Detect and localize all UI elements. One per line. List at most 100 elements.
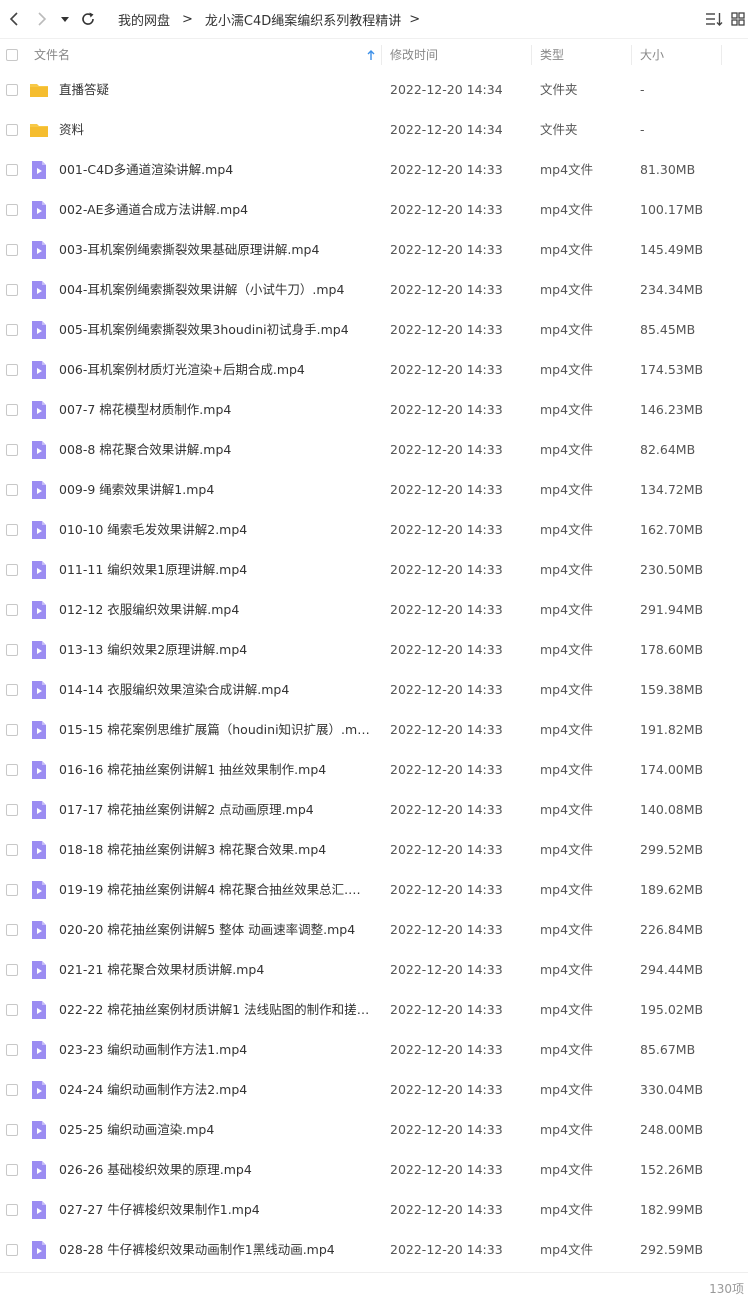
file-name[interactable]: 005-耳机案例绳索撕裂效果3houdini初试身手.mp4 [59, 310, 371, 350]
row-checkbox[interactable] [6, 684, 18, 696]
file-row[interactable]: 001-C4D多通道渲染讲解.mp4 2022-12-20 14:33 mp4文件 8… [0, 150, 748, 190]
file-name[interactable]: 019-19 棉花抽丝案例讲解4 棉花聚合抽丝效果总汇.mp4 [59, 870, 371, 910]
breadcrumb-current-folder[interactable]: 龙小濡C4D绳案编织系列教程精讲 [205, 10, 401, 29]
file-name[interactable]: 017-17 棉花抽丝案例讲解2 点动画原理.mp4 [59, 790, 371, 830]
file-name[interactable]: 002-AE多通道合成方法讲解.mp4 [59, 190, 371, 230]
file-row[interactable]: 直播答疑 2022-12-20 14:34 文件夹 - [0, 70, 748, 110]
file-name[interactable]: 018-18 棉花抽丝案例讲解3 棉花聚合效果.mp4 [59, 830, 371, 870]
row-checkbox[interactable] [6, 164, 18, 176]
file-row[interactable]: 014-14 衣服编织效果渲染合成讲解.mp4 2022-12-20 14:33 m… [0, 670, 748, 710]
view-mode-button[interactable] [730, 9, 746, 29]
row-checkbox[interactable] [6, 804, 18, 816]
file-row[interactable]: 010-10 绳索毛发效果讲解2.mp4 2022-12-20 14:33 mp4文… [0, 510, 748, 550]
row-checkbox[interactable] [6, 844, 18, 856]
file-row[interactable]: 005-耳机案例绳索撕裂效果3houdini初试身手.mp4 2022-12-20… [0, 310, 748, 350]
row-checkbox[interactable] [6, 1204, 18, 1216]
column-time[interactable]: 修改时间 [390, 39, 438, 71]
sort-ascending-icon[interactable] [366, 49, 376, 61]
file-name[interactable]: 资料 [59, 110, 371, 150]
file-name[interactable]: 008-8 棉花聚合效果讲解.mp4 [59, 430, 371, 470]
file-row[interactable]: 028-28 牛仔裤梭织效果动画制作1黑线动画.mp4 2022-12-20 14… [0, 1230, 748, 1270]
file-row[interactable]: 015-15 棉花案例思维扩展篇（houdini知识扩展）.mp4 2022-12… [0, 710, 748, 750]
file-row[interactable]: 023-23 编织动画制作方法1.mp4 2022-12-20 14:33 mp4文… [0, 1030, 748, 1070]
file-row[interactable]: 020-20 棉花抽丝案例讲解5 整体 动画速率调整.mp4 2022-12-20… [0, 910, 748, 950]
sort-menu-button[interactable] [704, 9, 724, 29]
file-name[interactable]: 024-24 编织动画制作方法2.mp4 [59, 1070, 371, 1110]
file-name[interactable]: 016-16 棉花抽丝案例讲解1 抽丝效果制作.mp4 [59, 750, 371, 790]
file-name[interactable]: 015-15 棉花案例思维扩展篇（houdini知识扩展）.mp4 [59, 710, 371, 750]
file-name[interactable]: 007-7 棉花模型材质制作.mp4 [59, 390, 371, 430]
row-checkbox[interactable] [6, 1244, 18, 1256]
row-checkbox[interactable] [6, 964, 18, 976]
file-name[interactable]: 009-9 绳索效果讲解1.mp4 [59, 470, 371, 510]
column-divider[interactable] [381, 45, 382, 65]
file-name[interactable]: 001-C4D多通道渲染讲解.mp4 [59, 150, 371, 190]
file-name[interactable]: 020-20 棉花抽丝案例讲解5 整体 动画速率调整.mp4 [59, 910, 371, 950]
file-row[interactable]: 006-耳机案例材质灯光渲染+后期合成.mp4 2022-12-20 14:33 m… [0, 350, 748, 390]
file-row[interactable]: 003-耳机案例绳索撕裂效果基础原理讲解.mp4 2022-12-20 14:33… [0, 230, 748, 270]
file-row[interactable]: 022-22 棉花抽丝案例材质讲解1 法线贴图的制作和搓绳... 2022-12-… [0, 990, 748, 1030]
row-checkbox[interactable] [6, 1124, 18, 1136]
row-checkbox[interactable] [6, 764, 18, 776]
file-row[interactable]: 017-17 棉花抽丝案例讲解2 点动画原理.mp4 2022-12-20 14:… [0, 790, 748, 830]
refresh-button[interactable] [78, 8, 98, 30]
row-checkbox[interactable] [6, 324, 18, 336]
row-checkbox[interactable] [6, 204, 18, 216]
row-checkbox[interactable] [6, 444, 18, 456]
file-name[interactable]: 025-25 编织动画渲染.mp4 [59, 1110, 371, 1150]
row-checkbox[interactable] [6, 284, 18, 296]
file-name[interactable]: 010-10 绳索毛发效果讲解2.mp4 [59, 510, 371, 550]
file-row[interactable]: 021-21 棉花聚合效果材质讲解.mp4 2022-12-20 14:33 mp4… [0, 950, 748, 990]
file-row[interactable]: 007-7 棉花模型材质制作.mp4 2022-12-20 14:33 mp4文件 1… [0, 390, 748, 430]
select-all-checkbox[interactable] [6, 49, 18, 61]
file-name[interactable]: 028-28 牛仔裤梭织效果动画制作1黑线动画.mp4 [59, 1230, 371, 1270]
row-checkbox[interactable] [6, 1164, 18, 1176]
file-name[interactable]: 004-耳机案例绳索撕裂效果讲解（小试牛刀）.mp4 [59, 270, 371, 310]
file-row[interactable]: 002-AE多通道合成方法讲解.mp4 2022-12-20 14:33 mp4文件… [0, 190, 748, 230]
file-row[interactable]: 004-耳机案例绳索撕裂效果讲解（小试牛刀）.mp4 2022-12-20 14:… [0, 270, 748, 310]
file-name[interactable]: 011-11 编织效果1原理讲解.mp4 [59, 550, 371, 590]
file-name[interactable]: 023-23 编织动画制作方法1.mp4 [59, 1030, 371, 1070]
file-name[interactable]: 003-耳机案例绳索撕裂效果基础原理讲解.mp4 [59, 230, 371, 270]
file-row[interactable]: 024-24 编织动画制作方法2.mp4 2022-12-20 14:33 mp4文… [0, 1070, 748, 1110]
file-row[interactable]: 013-13 编织效果2原理讲解.mp4 2022-12-20 14:33 mp4文… [0, 630, 748, 670]
breadcrumb-root[interactable]: 我的网盘 [118, 10, 170, 29]
column-type[interactable]: 类型 [540, 39, 564, 71]
row-checkbox[interactable] [6, 364, 18, 376]
row-checkbox[interactable] [6, 884, 18, 896]
file-row[interactable]: 012-12 衣服编织效果讲解.mp4 2022-12-20 14:33 mp4文件… [0, 590, 748, 630]
file-row[interactable]: 025-25 编织动画渲染.mp4 2022-12-20 14:33 mp4文件 24… [0, 1110, 748, 1150]
forward-button[interactable] [32, 8, 52, 30]
file-row[interactable]: 016-16 棉花抽丝案例讲解1 抽丝效果制作.mp4 2022-12-20 14… [0, 750, 748, 790]
row-checkbox[interactable] [6, 524, 18, 536]
row-checkbox[interactable] [6, 564, 18, 576]
column-divider[interactable] [721, 45, 722, 65]
file-name[interactable]: 直播答疑 [59, 70, 371, 110]
row-checkbox[interactable] [6, 484, 18, 496]
row-checkbox[interactable] [6, 644, 18, 656]
row-checkbox[interactable] [6, 1004, 18, 1016]
file-row[interactable]: 018-18 棉花抽丝案例讲解3 棉花聚合效果.mp4 2022-12-20 14… [0, 830, 748, 870]
file-name[interactable]: 027-27 牛仔裤梭织效果制作1.mp4 [59, 1190, 371, 1230]
history-dropdown-button[interactable] [58, 8, 72, 30]
row-checkbox[interactable] [6, 124, 18, 136]
file-row[interactable]: 026-26 基础梭织效果的原理.mp4 2022-12-20 14:33 mp4文… [0, 1150, 748, 1190]
row-checkbox[interactable] [6, 84, 18, 96]
column-divider[interactable] [631, 45, 632, 65]
file-row[interactable]: 009-9 绳索效果讲解1.mp4 2022-12-20 14:33 mp4文件 13… [0, 470, 748, 510]
file-name[interactable]: 014-14 衣服编织效果渲染合成讲解.mp4 [59, 670, 371, 710]
row-checkbox[interactable] [6, 1084, 18, 1096]
file-name[interactable]: 022-22 棉花抽丝案例材质讲解1 法线贴图的制作和搓绳... [59, 990, 371, 1030]
file-row[interactable]: 011-11 编织效果1原理讲解.mp4 2022-12-20 14:33 mp4文… [0, 550, 748, 590]
file-name[interactable]: 026-26 基础梭织效果的原理.mp4 [59, 1150, 371, 1190]
row-checkbox[interactable] [6, 404, 18, 416]
column-name[interactable]: 文件名 [34, 39, 70, 71]
back-button[interactable] [4, 8, 24, 30]
file-name[interactable]: 013-13 编织效果2原理讲解.mp4 [59, 630, 371, 670]
row-checkbox[interactable] [6, 924, 18, 936]
breadcrumb-separator[interactable]: > [409, 12, 420, 27]
file-row[interactable]: 027-27 牛仔裤梭织效果制作1.mp4 2022-12-20 14:33 mp4… [0, 1190, 748, 1230]
row-checkbox[interactable] [6, 244, 18, 256]
row-checkbox[interactable] [6, 1044, 18, 1056]
file-row[interactable]: 资料 2022-12-20 14:34 文件夹 - [0, 110, 748, 150]
